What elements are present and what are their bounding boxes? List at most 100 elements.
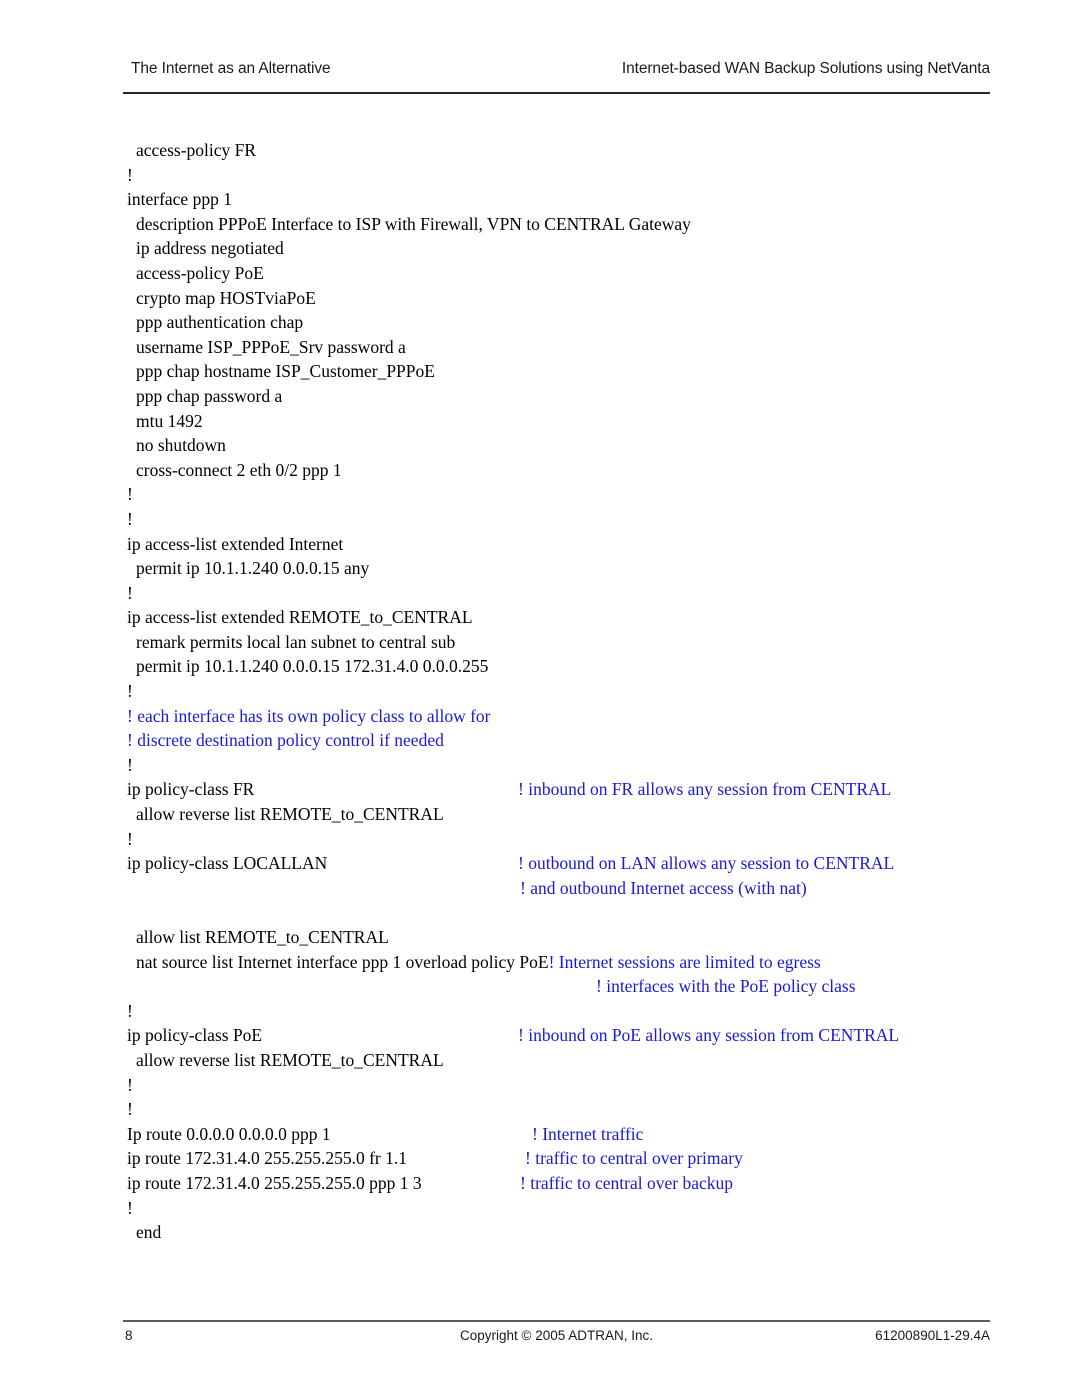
config-line: access-policy FR <box>0 138 1080 163</box>
config-command-text: ppp chap password a <box>136 385 283 406</box>
config-command-text: access-policy FR <box>136 140 257 160</box>
config-command-text: ! <box>127 828 133 849</box>
config-command-text: ! <box>127 1197 133 1218</box>
config-command-text: permit ip 10.1.1.240 0.0.0.15 any <box>136 558 370 579</box>
config-command-text: ! <box>127 582 133 603</box>
config-line: ! <box>0 163 1080 188</box>
config-line: end <box>0 1220 1080 1245</box>
config-command-text: permit ip 10.1.1.240 0.0.0.15 172.31.4.0… <box>136 656 489 677</box>
header-divider <box>123 92 990 94</box>
config-command-text: ! <box>127 1000 133 1021</box>
config-command-text: username ISP_PPPoE_Srv password a <box>136 336 406 357</box>
config-line: ! <box>0 679 1080 704</box>
config-command-text: ip policy-class PoE <box>127 1025 263 1046</box>
config-command-text: ! <box>127 681 133 702</box>
config-command-text: ip route 172.31.4.0 255.255.255.0 ppp 1 … <box>127 1172 422 1193</box>
config-command-text: ip access-list extended REMOTE_to_CENTRA… <box>127 607 473 628</box>
config-inline-comment: ! Internet sessions are limited to egres… <box>548 951 821 972</box>
page-footer: 8 Copyright © 2005 ADTRAN, Inc. 61200890… <box>123 1328 990 1352</box>
config-line: ! each interface has its own policy clas… <box>0 704 1080 729</box>
config-line: ! discrete destination policy control if… <box>0 728 1080 753</box>
config-comment-text: ! each interface has its own policy clas… <box>127 705 491 726</box>
config-command-text: ! <box>127 508 133 529</box>
config-line: access-policy PoE <box>0 261 1080 286</box>
config-line: permit ip 10.1.1.240 0.0.0.15 172.31.4.0… <box>0 654 1080 679</box>
config-line: allow reverse list REMOTE_to_CENTRAL <box>0 802 1080 827</box>
config-command-text: Ip route 0.0.0.0 0.0.0.0 ppp 1 <box>127 1123 331 1144</box>
config-side-comment: ! and outbound Internet access (with nat… <box>520 877 807 898</box>
config-line: ip route 172.31.4.0 255.255.255.0 ppp 1 … <box>0 1171 1080 1196</box>
config-line: ip route 172.31.4.0 255.255.255.0 fr 1.1… <box>0 1146 1080 1171</box>
config-command-text: ppp chap hostname ISP_Customer_PPPoE <box>136 361 435 382</box>
config-line: ip address negotiated <box>0 236 1080 261</box>
config-line: ip policy-class LOCALLAN ! outbound on LA… <box>0 851 1080 876</box>
config-line: ! <box>0 1097 1080 1122</box>
config-line: ! <box>0 753 1080 778</box>
config-command-text: remark permits local lan subnet to centr… <box>136 631 456 652</box>
config-side-comment: ! traffic to central over primary <box>525 1148 743 1169</box>
config-side-comment: ! inbound on FR allows any session from … <box>518 779 892 800</box>
config-command-text: ppp authentication chap <box>136 312 304 333</box>
config-command-text: ip policy-class LOCALLAN <box>127 853 328 874</box>
config-command-text: ! <box>127 164 133 185</box>
config-line: crypto map HOSTviaPoE <box>0 286 1080 311</box>
config-side-comment: ! outbound on LAN allows any session to … <box>518 853 895 874</box>
config-comment-text: ! discrete destination policy control if… <box>127 730 444 751</box>
config-side-comment: ! interfaces with the PoE policy class <box>596 976 856 997</box>
config-line: Ip route 0.0.0.0 0.0.0.0 ppp 1 ! Internet… <box>0 1122 1080 1147</box>
config-line: description PPPoE Interface to ISP with … <box>0 212 1080 237</box>
config-line: ! <box>0 482 1080 507</box>
page-header: The Internet as an Alternative Internet-… <box>123 60 990 92</box>
config-line: ! interfaces with the PoE policy class <box>0 974 1080 999</box>
config-line: ! <box>0 581 1080 606</box>
header-left-title: The Internet as an Alternative <box>131 60 331 77</box>
config-line: ppp authentication chap <box>0 310 1080 335</box>
footer-divider <box>123 1320 990 1322</box>
config-line: mtu 1492 <box>0 409 1080 434</box>
config-line: ppp chap hostname ISP_Customer_PPPoE <box>0 359 1080 384</box>
config-command-text: ! <box>127 1074 133 1095</box>
config-command-text: ip route 172.31.4.0 255.255.255.0 fr 1.1 <box>127 1148 407 1169</box>
config-command-text: description PPPoE Interface to ISP with … <box>136 213 691 234</box>
config-line: remark permits local lan subnet to centr… <box>0 630 1080 655</box>
config-line: ! <box>0 827 1080 852</box>
footer-document-number: 61200890L1-29.4A <box>875 1328 990 1343</box>
config-line: ip access-list extended REMOTE_to_CENTRA… <box>0 605 1080 630</box>
config-command-text: crypto map HOSTviaPoE <box>136 287 316 308</box>
config-command-text: allow reverse list REMOTE_to_CENTRAL <box>136 804 444 825</box>
config-side-comment: ! inbound on PoE allows any session from… <box>518 1025 900 1046</box>
config-command-text: ip policy-class FR <box>127 779 255 800</box>
config-line: no shutdown <box>0 433 1080 458</box>
config-line: interface ppp 1 <box>0 187 1080 212</box>
config-command-text: nat source list Internet interface ppp 1… <box>136 951 549 972</box>
document-page: The Internet as an Alternative Internet-… <box>0 0 1080 1397</box>
config-line: cross-connect 2 eth 0/2 ppp 1 <box>0 458 1080 483</box>
header-right-title: Internet-based WAN Backup Solutions usin… <box>621 60 990 77</box>
router-config-listing: access-policy FR! interface ppp 1 descript… <box>0 138 1080 1245</box>
config-line: ! <box>0 999 1080 1024</box>
config-side-comment: ! traffic to central over backup <box>520 1172 733 1193</box>
config-line: ! <box>0 1196 1080 1221</box>
config-line: allow list REMOTE_to_CENTRAL <box>0 925 1080 950</box>
config-command-text: ip access-list extended Internet <box>127 533 344 554</box>
config-command-text: end <box>136 1222 162 1243</box>
footer-copyright: Copyright © 2005 ADTRAN, Inc. <box>459 1328 654 1343</box>
config-command-text: allow reverse list REMOTE_to_CENTRAL <box>136 1049 444 1070</box>
config-side-comment: ! Internet traffic <box>532 1123 644 1144</box>
config-line: ! and outbound Internet access (with nat… <box>0 876 1080 901</box>
config-line: nat source list Internet interface ppp 1… <box>0 950 1080 975</box>
config-line: ip access-list extended Internet <box>0 532 1080 557</box>
config-line: ppp chap password a <box>0 384 1080 409</box>
config-line: ! <box>0 1073 1080 1098</box>
config-command-text: mtu 1492 <box>136 410 203 431</box>
config-line <box>0 900 1080 925</box>
config-command-text: cross-connect 2 eth 0/2 ppp 1 <box>136 459 342 480</box>
config-command-text: ip address negotiated <box>136 238 284 259</box>
config-command-text: access-policy PoE <box>136 262 264 283</box>
config-line: username ISP_PPPoE_Srv password a <box>0 335 1080 360</box>
config-line: permit ip 10.1.1.240 0.0.0.15 any <box>0 556 1080 581</box>
config-command-text: no shutdown <box>136 435 226 456</box>
config-command-text: allow list REMOTE_to_CENTRAL <box>136 927 389 947</box>
config-line: ip policy-class FR ! inbound on FR allows… <box>0 777 1080 802</box>
config-line: ip policy-class PoE ! inbound on PoE allo… <box>0 1023 1080 1048</box>
